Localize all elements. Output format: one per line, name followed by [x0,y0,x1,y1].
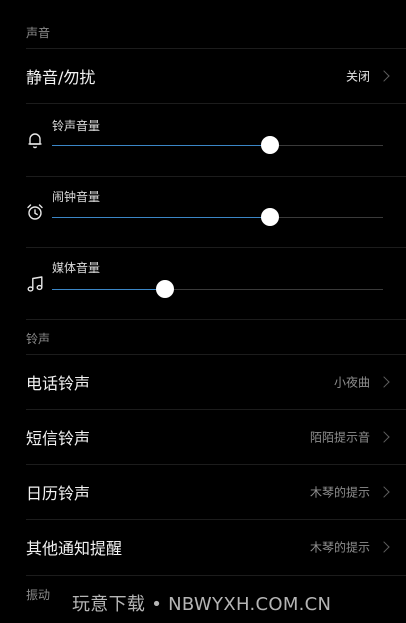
chevron-right-icon [378,431,390,443]
silent-mode-label: 静音/勿扰 [26,68,96,87]
section-header-vibration: 振动 [26,588,51,602]
alarm-clock-icon [27,204,43,220]
phone-ringtone-value: 小夜曲 [333,375,370,390]
chevron-right-icon [378,70,390,82]
alarm-volume-thumb[interactable] [261,208,280,226]
phone-ringtone-label: 电话铃声 [26,374,91,393]
divider [26,319,406,320]
alarm-volume-label: 闹钟音量 [52,190,101,204]
phone-ringtone-row[interactable]: 电话铃声 小夜曲 [0,355,406,409]
sms-ringtone-label: 短信铃声 [26,429,91,448]
calendar-ringtone-label: 日历铃声 [26,484,91,503]
sms-ringtone-value: 陌陌提示音 [309,430,370,445]
calendar-ringtone-row[interactable]: 日历铃声 木琴的提示 [0,465,406,519]
ring-volume-slider[interactable] [52,136,383,154]
alarm-volume-row: 闹钟音量 [0,177,406,249]
chevron-right-icon [378,541,390,553]
ring-volume-label: 铃声音量 [52,119,101,133]
silent-mode-row[interactable]: 静音/勿扰 关闭 [0,49,406,103]
other-notification-row[interactable]: 其他通知提醒 木琴的提示 [0,520,406,574]
sms-ringtone-row[interactable]: 短信铃声 陌陌提示音 [0,410,406,464]
media-volume-thumb[interactable] [155,280,174,298]
other-notification-label: 其他通知提醒 [26,539,123,558]
bell-icon [28,133,42,149]
media-volume-slider[interactable] [52,280,383,298]
section-header-ringtone: 铃声 [26,332,51,346]
silent-mode-value: 关闭 [345,69,370,84]
divider [26,575,406,576]
section-header-sound: 声音 [26,26,51,40]
music-note-icon [27,276,43,292]
chevron-right-icon [378,376,390,388]
ring-volume-row: 铃声音量 [0,104,406,176]
other-notification-value: 木琴的提示 [309,540,370,555]
alarm-volume-slider[interactable] [52,208,383,226]
ring-volume-fill [52,145,271,146]
alarm-volume-fill [52,217,271,218]
media-volume-row: 媒体音量 [0,248,406,320]
media-volume-fill [52,289,165,290]
watermark: 玩意下载 • NBWYXH.COM.CN [72,594,332,615]
ring-volume-thumb[interactable] [261,136,280,154]
chevron-right-icon [378,486,390,498]
calendar-ringtone-value: 木琴的提示 [309,485,370,500]
media-volume-label: 媒体音量 [52,261,101,275]
